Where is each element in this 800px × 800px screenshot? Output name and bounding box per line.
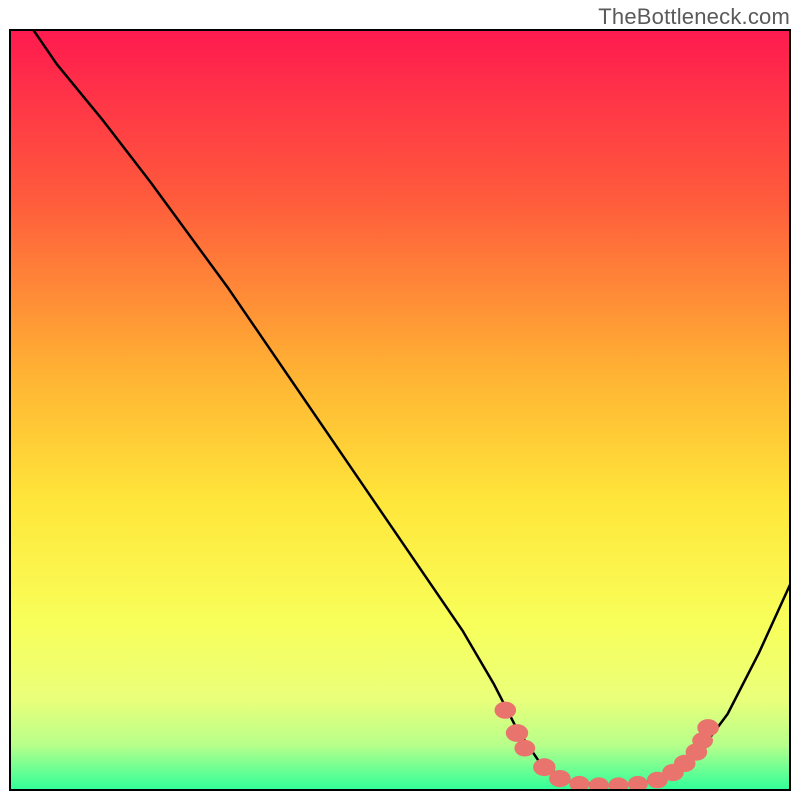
gradient-background	[10, 30, 790, 790]
trough-marker-dot	[495, 702, 517, 719]
trough-marker-dot	[514, 740, 535, 757]
trough-marker-dot	[506, 724, 528, 742]
watermark-text: TheBottleneck.com	[598, 4, 790, 30]
chart-container: TheBottleneck.com	[0, 0, 800, 800]
trough-marker-dot	[549, 770, 571, 787]
trough-marker-dot	[697, 719, 719, 736]
bottleneck-chart	[0, 0, 800, 800]
